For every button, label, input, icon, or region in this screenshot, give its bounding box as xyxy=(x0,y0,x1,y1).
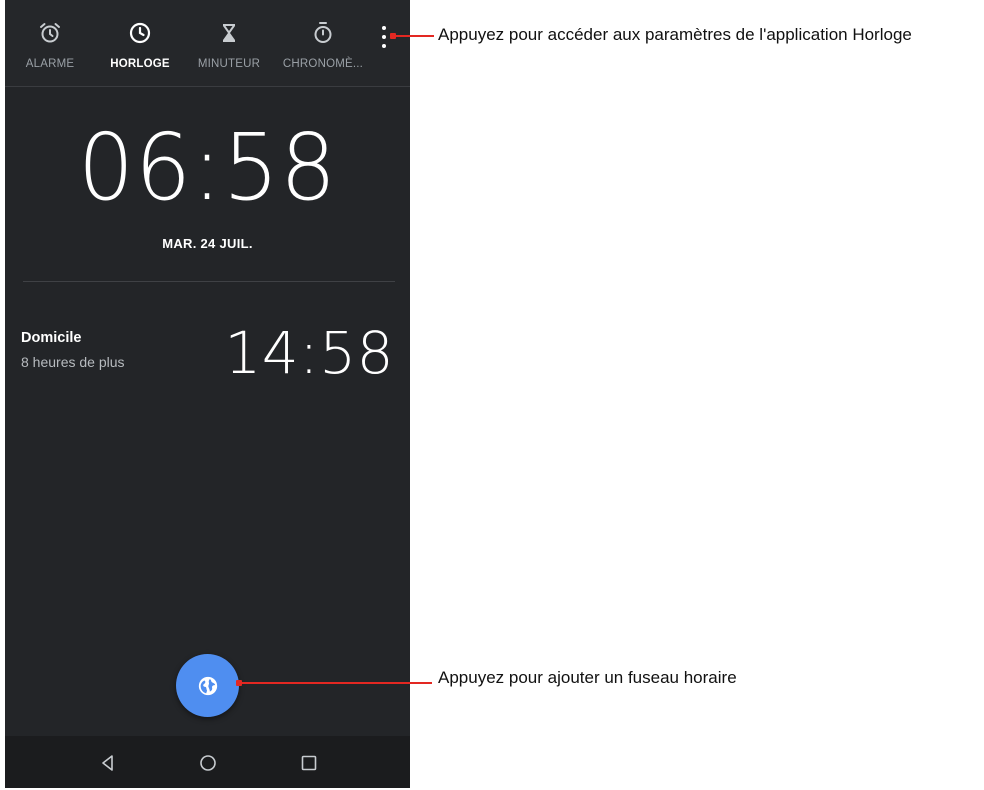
tab-alarme[interactable]: ALARME xyxy=(17,0,83,86)
tab-alarme-label: ALARME xyxy=(25,58,75,70)
tab-horloge-label: HORLOGE xyxy=(110,58,170,70)
stopwatch-icon xyxy=(310,20,336,46)
tab-chronometre-label: CHRONOMÈ... xyxy=(282,58,364,70)
time-difference: 8 heures de plus xyxy=(21,354,125,370)
alarm-clock-icon xyxy=(37,20,63,46)
section-divider xyxy=(23,281,395,282)
home-circle-icon[interactable] xyxy=(195,750,221,776)
tab-minuteur[interactable]: MINUTEUR xyxy=(191,0,267,86)
tab-divider xyxy=(5,86,410,87)
city-name: Domicile xyxy=(21,330,82,346)
back-triangle-icon[interactable] xyxy=(95,750,121,776)
globe-icon xyxy=(198,676,217,695)
tab-bar: ALARME HORLOGE MINUTEUR CHRONOMÈ... xyxy=(5,0,410,86)
page: ALARME HORLOGE MINUTEUR CHRONOMÈ... 06:5… xyxy=(0,0,984,790)
recents-square-icon[interactable] xyxy=(296,750,322,776)
tab-minuteur-label: MINUTEUR xyxy=(197,58,261,70)
add-timezone-button[interactable] xyxy=(176,654,239,717)
callout-timezone-text: Appuyez pour ajouter un fuseau horaire xyxy=(438,668,737,687)
phone-screen: ALARME HORLOGE MINUTEUR CHRONOMÈ... 06:5… xyxy=(5,0,410,788)
tab-chronometre[interactable]: CHRONOMÈ... xyxy=(277,0,369,86)
callout-timezone-line xyxy=(240,682,432,684)
city-time: 14:58 xyxy=(224,319,394,387)
callout-settings-text: Appuyez pour accéder aux paramètres de l… xyxy=(438,25,912,44)
current-date: MAR. 24 JUIL. xyxy=(162,236,253,251)
tab-horloge[interactable]: HORLOGE xyxy=(105,0,175,86)
current-time: 06:58 xyxy=(77,114,338,221)
callout-settings-line xyxy=(394,35,434,37)
navigation-bar xyxy=(5,736,410,788)
clock-icon xyxy=(127,20,153,46)
hourglass-icon xyxy=(216,20,242,46)
